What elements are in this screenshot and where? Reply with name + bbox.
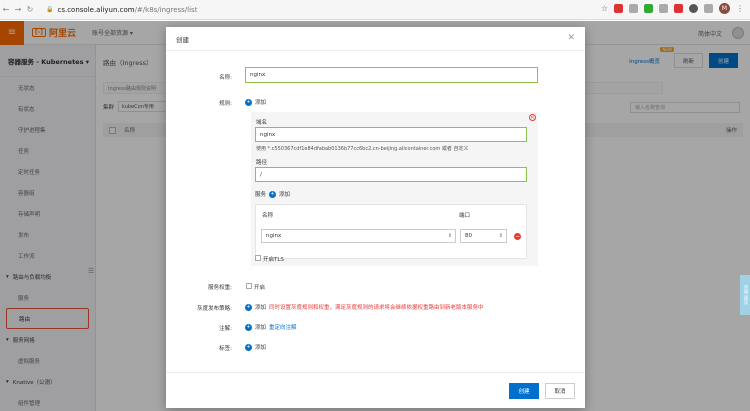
path-label: 路径 bbox=[256, 160, 268, 166]
service-port-value: 80 bbox=[465, 233, 472, 239]
add-service-label: 添加 bbox=[279, 192, 291, 198]
add-gray-label: 添加 bbox=[255, 305, 267, 311]
profile-avatar[interactable]: M bbox=[719, 3, 730, 14]
more-icon[interactable]: ⋮ bbox=[736, 4, 744, 13]
add-rule-button[interactable]: + 添加 bbox=[245, 98, 266, 106]
dialog-title: 创建 bbox=[166, 27, 585, 51]
url-host: cs.console.aliyun.com bbox=[57, 5, 135, 14]
feedback-tab[interactable]: 咨询·建议 bbox=[740, 275, 750, 315]
tags-label: 标签: bbox=[219, 346, 232, 352]
extension-icon[interactable] bbox=[614, 4, 623, 13]
select-arrow-icon: ⇕ bbox=[498, 233, 503, 239]
browser-chrome: ← → ↻ 🔒 cs.console.aliyun.com/#/k8s/ingr… bbox=[0, 0, 750, 20]
close-icon[interactable]: ✕ bbox=[567, 33, 575, 43]
service-port-header: 端口 bbox=[459, 213, 471, 219]
gray-release-label: 灰度发布策略: bbox=[197, 306, 232, 312]
plus-icon: + bbox=[245, 343, 252, 351]
address-bar[interactable]: 🔒 cs.console.aliyun.com/#/k8s/ingress/li… bbox=[46, 6, 197, 14]
weight-label: 服务权重: bbox=[208, 285, 232, 291]
forward-icon[interactable]: → bbox=[12, 5, 24, 14]
name-label: 名称: bbox=[219, 75, 232, 81]
extension-icon[interactable] bbox=[689, 4, 698, 13]
service-name-select[interactable]: nginx ⇕ bbox=[261, 229, 456, 243]
plus-icon: + bbox=[245, 98, 252, 106]
service-label: 服务 bbox=[255, 192, 267, 198]
star-icon[interactable]: ☆ bbox=[601, 4, 608, 13]
dialog-footer: 创建 取消 bbox=[166, 372, 585, 408]
extension-icon[interactable] bbox=[674, 4, 683, 13]
path-input[interactable]: / bbox=[255, 167, 527, 182]
weight-checkbox-label: 开启 bbox=[254, 285, 266, 291]
redirect-annotation-link[interactable]: 重定向注解 bbox=[269, 323, 297, 331]
service-table: 名称 端口 nginx ⇕ 80 ⇕ − bbox=[255, 204, 527, 259]
add-service-button[interactable]: 服务 + 添加 bbox=[255, 190, 290, 198]
create-ingress-dialog: 创建 ✕ 名称: nginx 规则: + 添加 ✕ 域名 nginx 使用 *.… bbox=[166, 27, 585, 408]
domain-input[interactable]: nginx bbox=[255, 127, 527, 142]
gray-release-hint: 同时设置灰度规则和权重，满足灰度规则的请求将会继续依据权重路由到新老版本服务中 bbox=[269, 305, 484, 311]
plus-icon: + bbox=[245, 303, 252, 311]
reload-icon[interactable]: ↻ bbox=[24, 5, 36, 14]
domain-label: 域名 bbox=[256, 120, 268, 126]
add-gray-rule-button[interactable]: + 添加 同时设置灰度规则和权重，满足灰度规则的请求将会继续依据权重路由到新老版… bbox=[245, 303, 484, 311]
tls-checkbox[interactable] bbox=[255, 255, 261, 261]
service-name-header: 名称 bbox=[262, 213, 274, 219]
service-name-value: nginx bbox=[266, 233, 282, 239]
plus-icon: + bbox=[269, 190, 277, 198]
extension-icon[interactable] bbox=[629, 4, 638, 13]
remove-rule-icon[interactable]: ✕ bbox=[529, 114, 536, 121]
remove-service-icon[interactable]: − bbox=[514, 233, 521, 240]
dialog-cancel-button[interactable]: 取消 bbox=[545, 383, 575, 399]
select-arrow-icon: ⇕ bbox=[447, 233, 452, 239]
domain-hint: 使用 *.c550367cdf1e84dfabab0136b77cc6bc2.c… bbox=[256, 146, 469, 152]
tls-label: 开启TLS bbox=[263, 257, 284, 263]
lock-icon: 🔒 bbox=[46, 6, 54, 13]
extension-icon[interactable] bbox=[704, 4, 713, 13]
extension-icon[interactable] bbox=[659, 4, 668, 13]
add-tag-button[interactable]: + 添加 bbox=[245, 343, 266, 351]
back-icon[interactable]: ← bbox=[0, 5, 12, 14]
name-input[interactable]: nginx bbox=[245, 67, 538, 83]
plus-icon: + bbox=[245, 323, 252, 331]
rules-label: 规则: bbox=[219, 101, 232, 107]
weight-checkbox[interactable] bbox=[246, 283, 252, 289]
service-port-select[interactable]: 80 ⇕ bbox=[460, 229, 507, 243]
add-annotation-label: 添加 bbox=[255, 325, 267, 331]
add-tag-label: 添加 bbox=[255, 345, 267, 351]
add-rule-label: 添加 bbox=[255, 100, 267, 106]
add-annotation-button[interactable]: + 添加 重定向注解 bbox=[245, 323, 297, 331]
url-path: /#/k8s/ingress/list bbox=[134, 5, 198, 14]
dialog-create-button[interactable]: 创建 bbox=[509, 383, 539, 399]
extension-icon[interactable] bbox=[644, 4, 653, 13]
annotation-label: 注解: bbox=[219, 326, 232, 332]
